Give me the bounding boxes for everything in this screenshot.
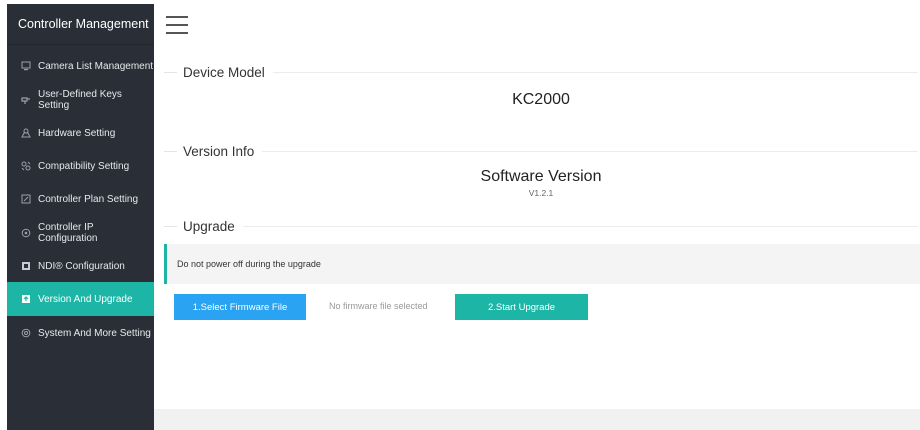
device-model-value: KC2000 [512, 91, 570, 108]
sidebar-item-label: NDI® Configuration [38, 260, 125, 272]
sidebar-item-camera-list[interactable]: Camera List Management [7, 49, 154, 83]
hardware-icon [21, 128, 31, 138]
camera-list-icon [21, 61, 31, 71]
sidebar-item-label: Compatibility Setting [38, 160, 130, 172]
section-label: Version Info [183, 143, 255, 159]
ndi-icon [21, 261, 31, 271]
sidebar: Controller Management Camera List Manage… [7, 4, 154, 430]
section-label: Upgrade [183, 218, 235, 234]
sidebar-item-ip-configuration[interactable]: Controller IP Configuration [7, 216, 154, 250]
compatibility-icon [21, 161, 31, 171]
device-model-section-title: Device Model [164, 62, 918, 82]
sidebar-item-label: Controller IP Configuration [38, 222, 98, 244]
sidebar-item-system-and-more[interactable]: System And More Setting [7, 316, 154, 350]
start-upgrade-button[interactable]: 2.Start Upgrade [455, 294, 588, 320]
version-info-section-title: Version Info [164, 141, 918, 161]
upgrade-warning-notice: Do not power off during the upgrade [164, 244, 920, 284]
sidebar-item-label: Hardware Setting [38, 127, 116, 139]
sidebar-item-label: Controller Plan Setting [38, 193, 139, 205]
plan-icon [21, 194, 31, 204]
upgrade-icon [21, 294, 31, 304]
upgrade-section-title: Upgrade [164, 216, 918, 236]
sidebar-item-controller-plan[interactable]: Controller Plan Setting [7, 182, 154, 216]
system-gear-icon [21, 328, 31, 338]
software-version-label: Software Version [480, 168, 602, 185]
sidebar-item-user-defined-keys[interactable]: User-Defined Keys Setting [7, 83, 154, 117]
sidebar-item-label: Version And Upgrade [38, 293, 133, 305]
notice-text: Do not power off during the upgrade [177, 259, 321, 269]
software-version-number: V1.2.1 [528, 188, 554, 198]
sidebar-item-label: Camera List Management [38, 60, 154, 72]
hamburger-menu-icon[interactable] [166, 16, 188, 34]
footer-band [154, 409, 920, 430]
sidebar-item-version-and-upgrade[interactable]: Version And Upgrade [7, 282, 154, 316]
sidebar-item-compatibility[interactable]: Compatibility Setting [7, 149, 154, 183]
keys-icon [21, 95, 31, 105]
section-label: Device Model [183, 64, 265, 80]
select-firmware-button[interactable]: 1.Select Firmware File [174, 294, 306, 320]
sidebar-item-label: System And More Setting [38, 327, 151, 339]
network-icon [21, 228, 31, 238]
sidebar-item-label: User-Defined Keys Setting [38, 89, 122, 111]
sidebar-title: Controller Management [7, 4, 154, 45]
sidebar-item-hardware[interactable]: Hardware Setting [7, 116, 154, 150]
firmware-file-status: No firmware file selected [329, 301, 428, 311]
sidebar-item-ndi-configuration[interactable]: NDI® Configuration [7, 249, 154, 283]
